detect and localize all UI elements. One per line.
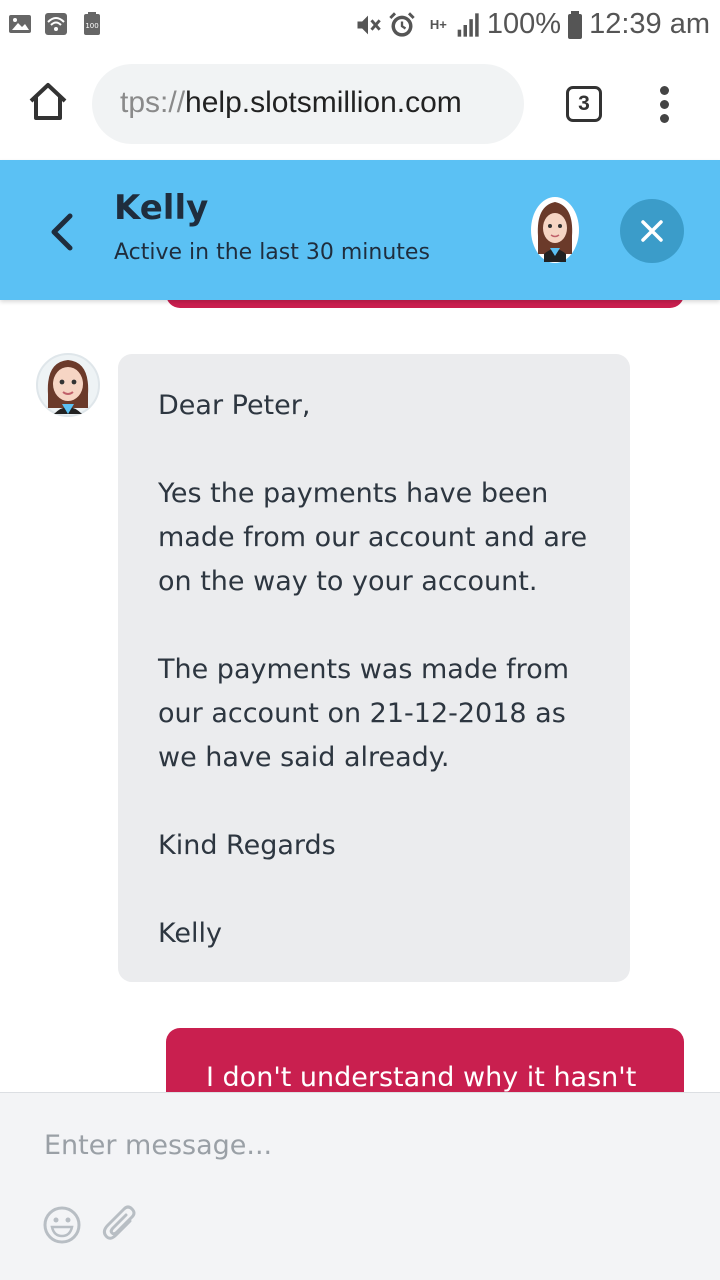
url-host: help.slotsmillion.com [185,86,462,119]
browser-toolbar: tps://help.slotsmillion.com 3 [0,50,720,160]
url-text: tps://help.slotsmillion.com [120,86,462,120]
emoji-icon [43,1206,81,1244]
status-right: H+ 100% 12:39 am [354,8,710,41]
tab-count: 3 [578,92,590,115]
wifi-icon [45,13,67,35]
status-left-icons: 100 [8,12,104,36]
user-message-text: I don't understand why it hasn't [206,1062,637,1092]
svg-text:100: 100 [85,22,98,30]
message-input[interactable] [44,1123,674,1167]
previous-user-message [166,300,684,308]
chat-header: Kelly Active in the last 30 minutes [0,160,720,300]
close-button[interactable] [620,199,684,263]
alarm-icon [389,11,415,37]
clock-time: 12:39 am [589,8,710,40]
address-bar[interactable]: tps://help.slotsmillion.com [92,64,524,144]
agent-status: Active in the last 30 minutes [114,240,430,265]
battery-icon [568,10,583,39]
agent-avatar [36,352,100,418]
message-paragraph: The payments was made from our account o… [158,654,570,773]
battery-saver-icon: 100 [84,12,100,35]
mute-icon [357,15,381,34]
agent-avatar [530,196,580,264]
message-composer [0,1092,720,1280]
battery-percent: 100% [486,8,562,40]
user-message-bubble: I don't understand why it hasn't [166,1028,684,1092]
url-scheme: tps:// [120,86,186,119]
network-type-label: H+ [429,17,447,32]
chat-messages[interactable]: Dear Peter, Yes the payments have been m… [0,300,720,1092]
home-button[interactable] [26,80,70,124]
status-bar: 100 H+ 100% 12:39 am [0,0,720,50]
agent-name: Kelly [114,188,209,228]
agent-message-bubble: Dear Peter, Yes the payments have been m… [118,354,630,982]
attach-button[interactable] [100,1203,140,1247]
back-button[interactable] [44,212,80,252]
more-vert-icon[interactable] [654,86,674,126]
message-paragraph: Kind Regards [158,830,336,861]
attachment-icon [102,1205,136,1240]
message-paragraph: Dear Peter, [158,390,311,421]
back-chevron-icon [51,213,73,251]
message-paragraph: Yes the payments have been made from our… [158,478,588,597]
image-icon [9,15,31,33]
tabs-button[interactable]: 3 [566,86,602,122]
signal-icon [457,12,479,37]
close-icon [641,220,663,242]
home-icon [29,83,67,120]
emoji-button[interactable] [42,1205,82,1245]
message-paragraph: Kelly [158,918,222,949]
